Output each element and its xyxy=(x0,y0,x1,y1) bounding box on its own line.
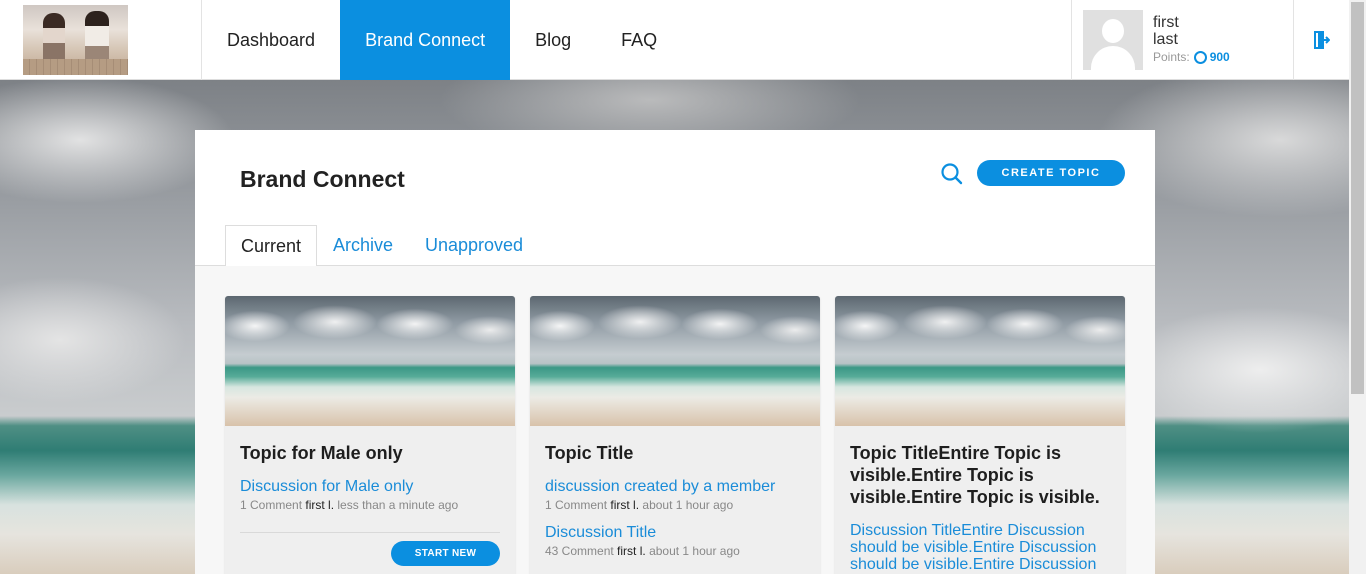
topic-tabs: Current Archive Unapproved xyxy=(195,225,1155,267)
points-icon xyxy=(1193,51,1207,64)
discussion-author: first l. xyxy=(610,498,640,512)
discussion-item: Discussion for Male only 1 Comment first… xyxy=(240,478,500,512)
topic-card: Topic Title discussion created by a memb… xyxy=(530,296,820,574)
scrollbar-thumb[interactable] xyxy=(1351,2,1364,394)
discussion-time: about 1 hour ago xyxy=(649,544,740,558)
page-scrollbar[interactable] xyxy=(1349,0,1366,574)
discussion-time: less than a minute ago xyxy=(337,498,459,512)
discussion-author: first l. xyxy=(305,498,335,512)
search-button[interactable] xyxy=(940,162,964,186)
discussion-title[interactable]: Discussion for Male only xyxy=(240,478,500,495)
comment-count: 43 Comment xyxy=(545,544,614,558)
discussion-author: first l. xyxy=(617,544,646,558)
user-first-name: first xyxy=(1153,14,1179,31)
page-title: Brand Connect xyxy=(240,166,405,192)
topic-title[interactable]: Topic TitleEntire Topic is visible.Entir… xyxy=(850,442,1110,508)
nav-item-dashboard[interactable]: Dashboard xyxy=(202,0,340,80)
comment-count: 1 Comment xyxy=(545,498,608,512)
brand-connect-panel: Brand Connect CREATE TOPIC Current Archi… xyxy=(195,130,1155,574)
card-footer: START NEW xyxy=(240,532,500,572)
discussion-time: about 1 hour ago xyxy=(642,498,734,512)
points-row: Points: 900 xyxy=(1153,49,1230,66)
search-icon xyxy=(941,163,963,185)
discussion-item: discussion created by a member 1 Comment… xyxy=(545,478,805,512)
user-info: first last Points: 900 xyxy=(1153,14,1230,66)
topic-cover-image[interactable] xyxy=(835,296,1125,426)
discussion-item: Discussion Title 43 Comment first l. abo… xyxy=(545,524,805,558)
topic-title[interactable]: Topic for Male only xyxy=(240,442,500,464)
discussion-meta: 1 Comment first l. about 1 hour ago xyxy=(545,498,805,512)
top-navigation-bar: Dashboard Brand Connect Blog FAQ first l… xyxy=(0,0,1349,80)
main-nav: Dashboard Brand Connect Blog FAQ xyxy=(202,0,682,80)
topic-cover-image[interactable] xyxy=(530,296,820,426)
user-last-name: last xyxy=(1153,31,1178,48)
nav-item-blog[interactable]: Blog xyxy=(510,0,596,80)
user-profile[interactable]: first last Points: 900 xyxy=(1071,0,1294,80)
discussion-title[interactable]: discussion created by a member xyxy=(545,478,805,495)
topic-card: Topic for Male only Discussion for Male … xyxy=(225,296,515,574)
discussion-meta: 1 Comment first l. less than a minute ag… xyxy=(240,498,500,512)
points-label: Points: xyxy=(1153,50,1190,64)
discussion-title[interactable]: Discussion TitleEntire Discussion should… xyxy=(850,522,1110,573)
brand-logo-image[interactable] xyxy=(23,5,128,75)
logout-icon xyxy=(1313,31,1330,49)
nav-item-faq[interactable]: FAQ xyxy=(596,0,682,80)
tab-archive[interactable]: Archive xyxy=(333,225,393,266)
topic-cards-area: Topic for Male only Discussion for Male … xyxy=(195,266,1155,574)
tab-unapproved[interactable]: Unapproved xyxy=(425,225,523,266)
comment-count: 1 Comment xyxy=(240,498,303,512)
logout-button[interactable] xyxy=(1294,0,1349,80)
discussion-meta: 43 Comment first l. about 1 hour ago xyxy=(545,544,805,558)
create-topic-button[interactable]: CREATE TOPIC xyxy=(977,160,1125,186)
tab-current[interactable]: Current xyxy=(225,225,317,267)
discussion-item: Discussion TitleEntire Discussion should… xyxy=(850,522,1110,573)
discussion-title[interactable]: Discussion Title xyxy=(545,524,805,541)
logo-cell xyxy=(0,0,202,80)
topic-card: Topic TitleEntire Topic is visible.Entir… xyxy=(835,296,1125,574)
topic-title[interactable]: Topic Title xyxy=(545,442,805,464)
start-new-button[interactable]: START NEW xyxy=(391,541,500,566)
nav-item-brand-connect[interactable]: Brand Connect xyxy=(340,0,511,80)
avatar[interactable] xyxy=(1083,10,1143,70)
points-value: 900 xyxy=(1209,50,1230,64)
topic-cover-image[interactable] xyxy=(225,296,515,426)
